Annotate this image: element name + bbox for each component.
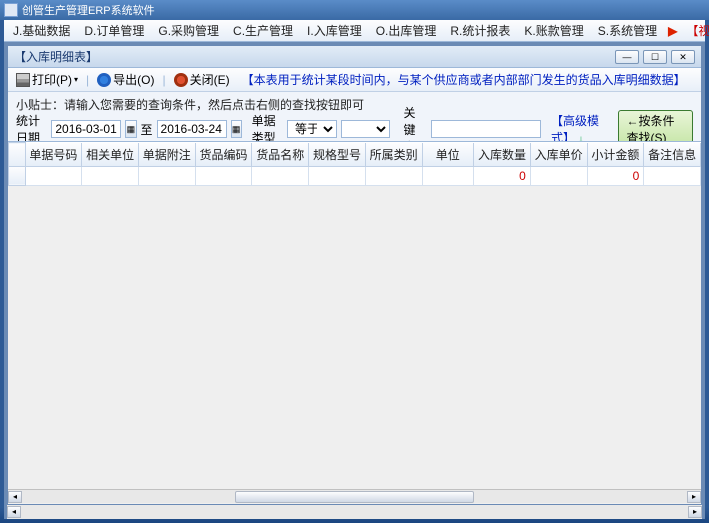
filter-bar: 统计日期 ▦ 至 ▦ 单据类型 等于 关键字 【高级模式】 ↓ [8, 117, 701, 141]
minimize-button[interactable]: — [615, 50, 639, 64]
maximize-button[interactable]: ☐ [643, 50, 667, 64]
arrow-right-icon: ▶ [668, 24, 677, 38]
cell-doc-no[interactable] [25, 166, 82, 185]
col-doc-note[interactable]: 单据附注 [138, 143, 195, 167]
cell-subtotal[interactable]: 0 [587, 166, 644, 185]
menu-video-tutorial[interactable]: 【视频教程，先看再用】 [681, 20, 709, 41]
col-related-unit[interactable]: 相关单位 [82, 143, 139, 167]
col-unit[interactable]: 单位 [422, 143, 474, 167]
cell-remark[interactable] [644, 166, 701, 185]
scroll-right-button[interactable]: ▸ [687, 491, 701, 503]
close-tab-button[interactable]: 关闭(E) [172, 70, 232, 89]
window-title: 创管生产管理ERP系统软件 [22, 2, 155, 18]
row-selector-header[interactable] [9, 143, 26, 167]
close-label: 关闭(E) [190, 71, 230, 88]
separator: | [160, 73, 167, 87]
calendar-from-button[interactable]: ▦ [125, 120, 136, 138]
close-button[interactable]: ✕ [671, 50, 695, 64]
scroll-right-button[interactable]: ▸ [688, 506, 702, 518]
printer-icon [16, 73, 30, 87]
calendar-to-button[interactable]: ▦ [231, 120, 242, 138]
inner-window-title: 【入库明细表】 [14, 48, 98, 65]
menu-outbound-mgmt[interactable]: O.出库管理 [371, 20, 442, 41]
data-grid-wrap: 单据号码 相关单位 单据附注 货品编码 货品名称 规格型号 所属类别 单位 入库… [8, 141, 701, 504]
type-op-select[interactable]: 等于 [287, 120, 337, 138]
col-doc-no[interactable]: 单据号码 [25, 143, 82, 167]
date-from-input[interactable] [51, 120, 121, 138]
col-remark[interactable]: 备注信息 [644, 143, 701, 167]
col-spec[interactable]: 规格型号 [309, 143, 366, 167]
cell-doc-note[interactable] [138, 166, 195, 185]
date-to-input[interactable] [157, 120, 227, 138]
menu-inbound-mgmt[interactable]: I.入库管理 [302, 20, 367, 41]
col-subtotal[interactable]: 小计金额 [587, 143, 644, 167]
scroll-left-button[interactable]: ◂ [8, 491, 22, 503]
dropdown-icon: ▾ [74, 75, 78, 84]
main-menu: J.基础数据 D.订单管理 G.采购管理 C.生产管理 I.入库管理 O.出库管… [4, 20, 705, 42]
menu-system-mgmt[interactable]: S.系统管理 [593, 20, 662, 41]
table-row[interactable]: 0 0 [9, 166, 701, 185]
cell-goods-name[interactable] [252, 166, 309, 185]
scroll-track[interactable] [21, 506, 688, 518]
separator: | [84, 73, 91, 87]
toolbar-note: 【本表用于统计某段时间内，与某个供应商或者内部部门发生的货品入库明细数据】 [242, 71, 686, 88]
cell-price[interactable] [530, 166, 587, 185]
col-price[interactable]: 入库单价 [530, 143, 587, 167]
mdi-h-scrollbar[interactable]: ◂ ▸ [7, 505, 702, 519]
cell-qty[interactable]: 0 [474, 166, 531, 185]
export-button[interactable]: 导出(O) [95, 70, 156, 89]
inner-h-scrollbar[interactable]: ◂ ▸ [8, 489, 701, 503]
toolbar: 打印(P) ▾ | 导出(O) | 关闭(E) 【本表用于统计某段时间内，与某个… [8, 68, 701, 92]
cell-category[interactable] [365, 166, 422, 185]
cell-goods-code[interactable] [195, 166, 252, 185]
col-goods-name[interactable]: 货品名称 [252, 143, 309, 167]
scroll-track[interactable] [22, 491, 687, 503]
cell-unit[interactable] [422, 166, 474, 185]
inbound-detail-window: 【入库明细表】 — ☐ ✕ 打印(P) ▾ | 导出(O) [7, 45, 702, 505]
window-titlebar: 创管生产管理ERP系统软件 [0, 0, 709, 20]
scroll-thumb[interactable] [235, 491, 474, 503]
date-to-label: 至 [141, 121, 153, 138]
header-row: 单据号码 相关单位 单据附注 货品编码 货品名称 规格型号 所属类别 单位 入库… [9, 143, 701, 167]
data-grid[interactable]: 单据号码 相关单位 单据附注 货品编码 货品名称 规格型号 所属类别 单位 入库… [8, 142, 701, 186]
menu-purchase-mgmt[interactable]: G.采购管理 [153, 20, 224, 41]
col-category[interactable]: 所属类别 [365, 143, 422, 167]
print-button[interactable]: 打印(P) ▾ [14, 70, 80, 89]
export-icon [97, 73, 111, 87]
menu-account-mgmt[interactable]: K.账款管理 [519, 20, 588, 41]
col-qty[interactable]: 入库数量 [474, 143, 531, 167]
scroll-left-button[interactable]: ◂ [7, 506, 21, 518]
type-value-select[interactable] [341, 120, 390, 138]
menu-basic-data[interactable]: J.基础数据 [8, 20, 75, 41]
cell-spec[interactable] [309, 166, 366, 185]
row-selector[interactable] [9, 166, 26, 185]
app-icon [4, 3, 18, 17]
menu-stat-report[interactable]: R.统计报表 [445, 20, 515, 41]
print-label: 打印(P) [32, 71, 72, 88]
menu-production-mgmt[interactable]: C.生产管理 [228, 20, 298, 41]
menu-order-mgmt[interactable]: D.订单管理 [79, 20, 149, 41]
cell-related-unit[interactable] [82, 166, 139, 185]
keyword-input[interactable] [431, 120, 541, 138]
col-goods-code[interactable]: 货品编码 [195, 143, 252, 167]
export-label: 导出(O) [113, 71, 154, 88]
close-icon [174, 73, 188, 87]
